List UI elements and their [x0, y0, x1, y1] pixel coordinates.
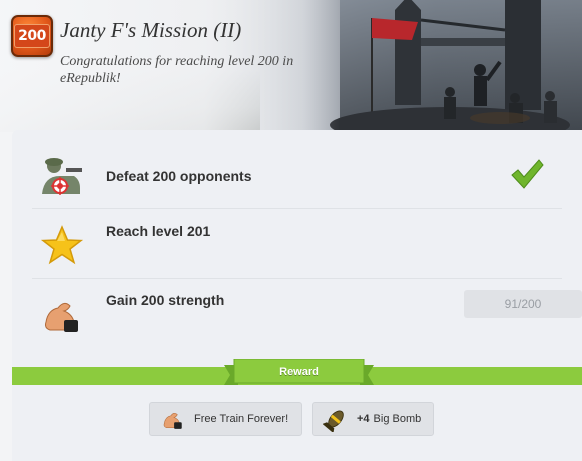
reward-label: Reward: [279, 366, 319, 378]
reward-item-quantity: +4: [357, 413, 370, 425]
mission-header: 200 Janty F's Mission (II) Congratulatio…: [0, 0, 582, 132]
star-icon: [40, 225, 84, 265]
level-badge-number: 200: [14, 24, 50, 48]
level-badge: 200: [11, 15, 53, 57]
reward-item-label: Free Train Forever!: [194, 413, 289, 425]
strength-progress: 91/200: [464, 290, 582, 318]
reward-item-big-bomb[interactable]: +4 Big Bomb: [312, 402, 434, 436]
mission-panel: Defeat 200 opponents Reach level 201 Gai…: [12, 130, 582, 461]
mission-title: Janty F's Mission (II): [60, 18, 242, 42]
soldier-target-icon: [42, 158, 82, 195]
check-icon: [511, 159, 544, 189]
strength-arm-icon: [45, 302, 78, 332]
objective-label: Reach level 201: [106, 223, 211, 239]
reward-ribbon: Reward: [224, 359, 374, 387]
reward-item-free-train[interactable]: Free Train Forever!: [149, 402, 302, 436]
reward-item-label: Big Bomb: [373, 413, 422, 425]
objective-label: Gain 200 strength: [106, 292, 225, 308]
header-battle-scene: [330, 0, 582, 132]
strength-arm-icon: [163, 412, 182, 429]
objective-row: Defeat 200 opponents: [32, 138, 562, 208]
objective-label: Defeat 200 opponents: [106, 168, 252, 184]
mission-subtitle: Congratulations for reaching level 200 i…: [60, 54, 294, 86]
big-bomb-icon: [323, 410, 344, 432]
objective-row: Reach level 201: [32, 208, 562, 278]
objective-row: Gain 200 strength 91/200: [32, 278, 582, 348]
